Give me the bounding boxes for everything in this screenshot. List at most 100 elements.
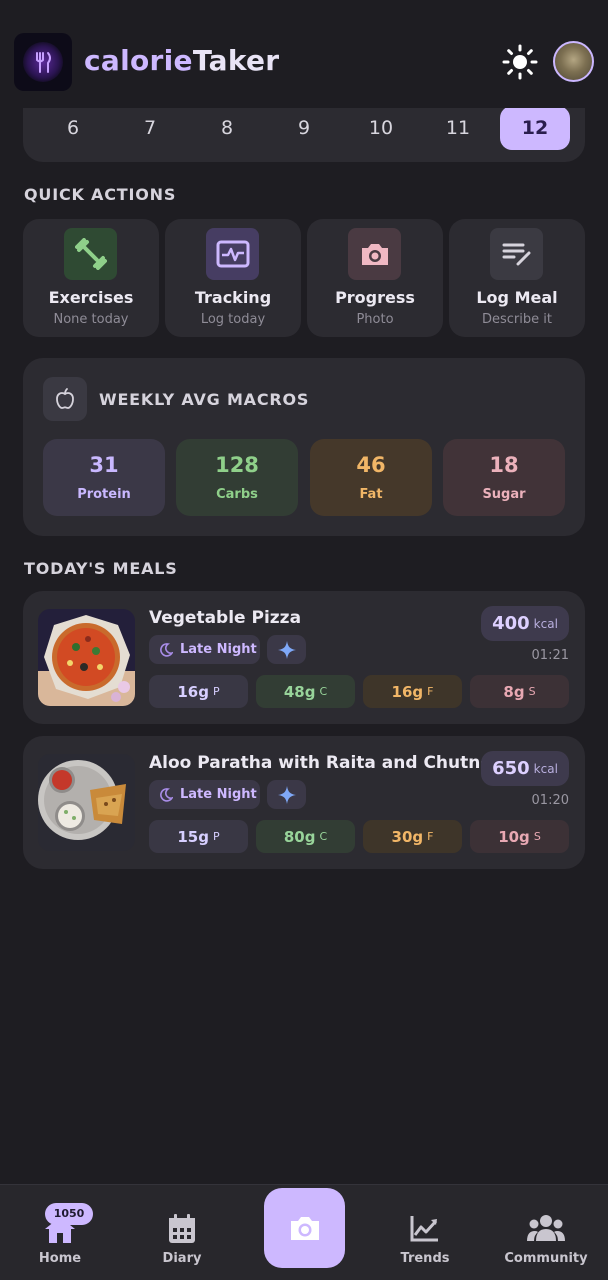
- protein-pill: 15g P: [149, 820, 248, 853]
- day-6[interactable]: 6: [38, 106, 108, 150]
- macro-label: Protein: [77, 487, 131, 502]
- sugar-unit: S: [528, 685, 536, 698]
- macro-label: Sugar: [482, 487, 526, 502]
- meal-time: 01:21: [531, 648, 569, 663]
- weekly-macros-card: WEEKLY AVG MACROS 31 Protein 128 Carbs 4…: [23, 358, 585, 536]
- protein-amount: 15g: [177, 827, 209, 846]
- nav-label: Diary: [162, 1251, 202, 1266]
- app-header: calorieTaker: [0, 0, 608, 108]
- camera-icon: [348, 228, 401, 280]
- meal-name: Aloo Paratha with Raita and Chutneys: [149, 753, 514, 773]
- tracking-button[interactable]: Tracking Log today: [165, 219, 301, 337]
- macro-value: 31: [89, 453, 119, 477]
- day-12-selected[interactable]: 12: [500, 106, 570, 150]
- kcal-value: 400: [492, 613, 530, 634]
- fat-pill: 16g F: [363, 675, 462, 708]
- carbs-unit: C: [319, 685, 328, 698]
- progress-label: Progress: [335, 288, 415, 307]
- pulse-icon: [206, 228, 259, 280]
- calendar-icon: [127, 1213, 237, 1245]
- tracking-sublabel: Log today: [200, 312, 266, 327]
- sugar-amount: 10g: [498, 827, 530, 846]
- late-night-tag: Late Night: [149, 635, 260, 664]
- meal-card[interactable]: Vegetable Pizza Late Night 400 kcal 01:2…: [23, 591, 585, 724]
- macro-value: 46: [356, 453, 386, 477]
- camera-capture-button[interactable]: [264, 1188, 345, 1268]
- dumbbell-icon: [64, 228, 117, 280]
- app-title: calorieTaker: [84, 44, 280, 77]
- macro-carbs: 128 Carbs: [176, 439, 298, 516]
- camera-icon: [290, 1217, 319, 1240]
- macro-sugar: 18 Sugar: [443, 439, 565, 516]
- exercises-button[interactable]: Exercises None today: [23, 219, 159, 337]
- log-meal-button[interactable]: Log Meal Describe it: [449, 219, 585, 337]
- tag-label: Late Night: [180, 787, 257, 802]
- day-11[interactable]: 11: [423, 106, 493, 150]
- exercises-sublabel: None today: [53, 312, 129, 327]
- carbs-amount: 48g: [283, 682, 316, 701]
- kcal-unit: kcal: [533, 616, 558, 631]
- tracking-label: Tracking: [194, 288, 272, 307]
- carbs-pill: 48g C: [256, 675, 355, 708]
- macro-value: 18: [489, 453, 519, 477]
- day-9[interactable]: 9: [269, 106, 339, 150]
- kcal-value: 650: [492, 758, 530, 779]
- progress-sublabel: Photo: [356, 312, 394, 327]
- sparkle-icon[interactable]: [267, 780, 306, 809]
- edit-note-icon: [490, 228, 543, 280]
- protein-amount: 16g: [177, 682, 209, 701]
- sugar-unit: S: [533, 830, 541, 843]
- progress-photo-button[interactable]: Progress Photo: [307, 219, 443, 337]
- sugar-amount: 8g: [503, 682, 525, 701]
- exercises-label: Exercises: [48, 288, 134, 307]
- kcal-badge: 650 kcal: [481, 751, 569, 786]
- fat-unit: F: [427, 685, 434, 698]
- late-night-tag: Late Night: [149, 780, 260, 809]
- avatar[interactable]: [553, 41, 594, 82]
- day-8[interactable]: 8: [192, 106, 262, 150]
- meal-name: Vegetable Pizza: [149, 608, 302, 628]
- macro-label: Carbs: [216, 487, 258, 502]
- fat-unit: F: [427, 830, 434, 843]
- protein-pill: 16g P: [149, 675, 248, 708]
- protein-unit: P: [212, 685, 220, 698]
- trending-up-icon: [370, 1213, 480, 1245]
- sugar-pill: 10g S: [470, 820, 569, 853]
- nav-trends[interactable]: Trends: [370, 1185, 480, 1280]
- calorie-badge: 1050: [45, 1203, 93, 1225]
- macro-label: Fat: [359, 487, 383, 502]
- nav-diary[interactable]: Diary: [127, 1185, 237, 1280]
- quick-actions-heading: QUICK ACTIONS: [24, 185, 177, 204]
- kcal-badge: 400 kcal: [481, 606, 569, 641]
- nav-label: Community: [504, 1251, 588, 1266]
- log-meal-label: Log Meal: [476, 288, 558, 307]
- sugar-pill: 8g S: [470, 675, 569, 708]
- meal-photo: [38, 754, 135, 851]
- nav-home[interactable]: 1050 Home: [5, 1185, 115, 1280]
- fat-amount: 16g: [391, 682, 424, 701]
- carbs-amount: 80g: [283, 827, 316, 846]
- moon-icon: [160, 642, 173, 657]
- carbs-pill: 80g C: [256, 820, 355, 853]
- meal-photo: [38, 609, 135, 706]
- moon-icon: [160, 787, 173, 802]
- weekly-macros-heading: WEEKLY AVG MACROS: [99, 390, 310, 409]
- nav-label: Home: [38, 1251, 82, 1266]
- day-10[interactable]: 10: [346, 106, 416, 150]
- fat-pill: 30g F: [363, 820, 462, 853]
- day-7[interactable]: 7: [115, 106, 185, 150]
- tag-label: Late Night: [180, 642, 257, 657]
- app-logo: [14, 33, 72, 91]
- kcal-unit: kcal: [533, 761, 558, 776]
- meal-card[interactable]: Aloo Paratha with Raita and Chutneys Lat…: [23, 736, 585, 869]
- fat-amount: 30g: [391, 827, 424, 846]
- macro-fat: 46 Fat: [310, 439, 432, 516]
- sparkle-icon[interactable]: [267, 635, 306, 664]
- meal-time: 01:20: [531, 793, 569, 808]
- todays-meals-heading: TODAY'S MEALS: [24, 559, 178, 578]
- nav-community[interactable]: Community: [491, 1185, 601, 1280]
- people-icon: [491, 1213, 601, 1245]
- log-meal-sublabel: Describe it: [482, 312, 552, 327]
- sun-icon[interactable]: [502, 44, 538, 80]
- nav-label: Trends: [400, 1251, 450, 1266]
